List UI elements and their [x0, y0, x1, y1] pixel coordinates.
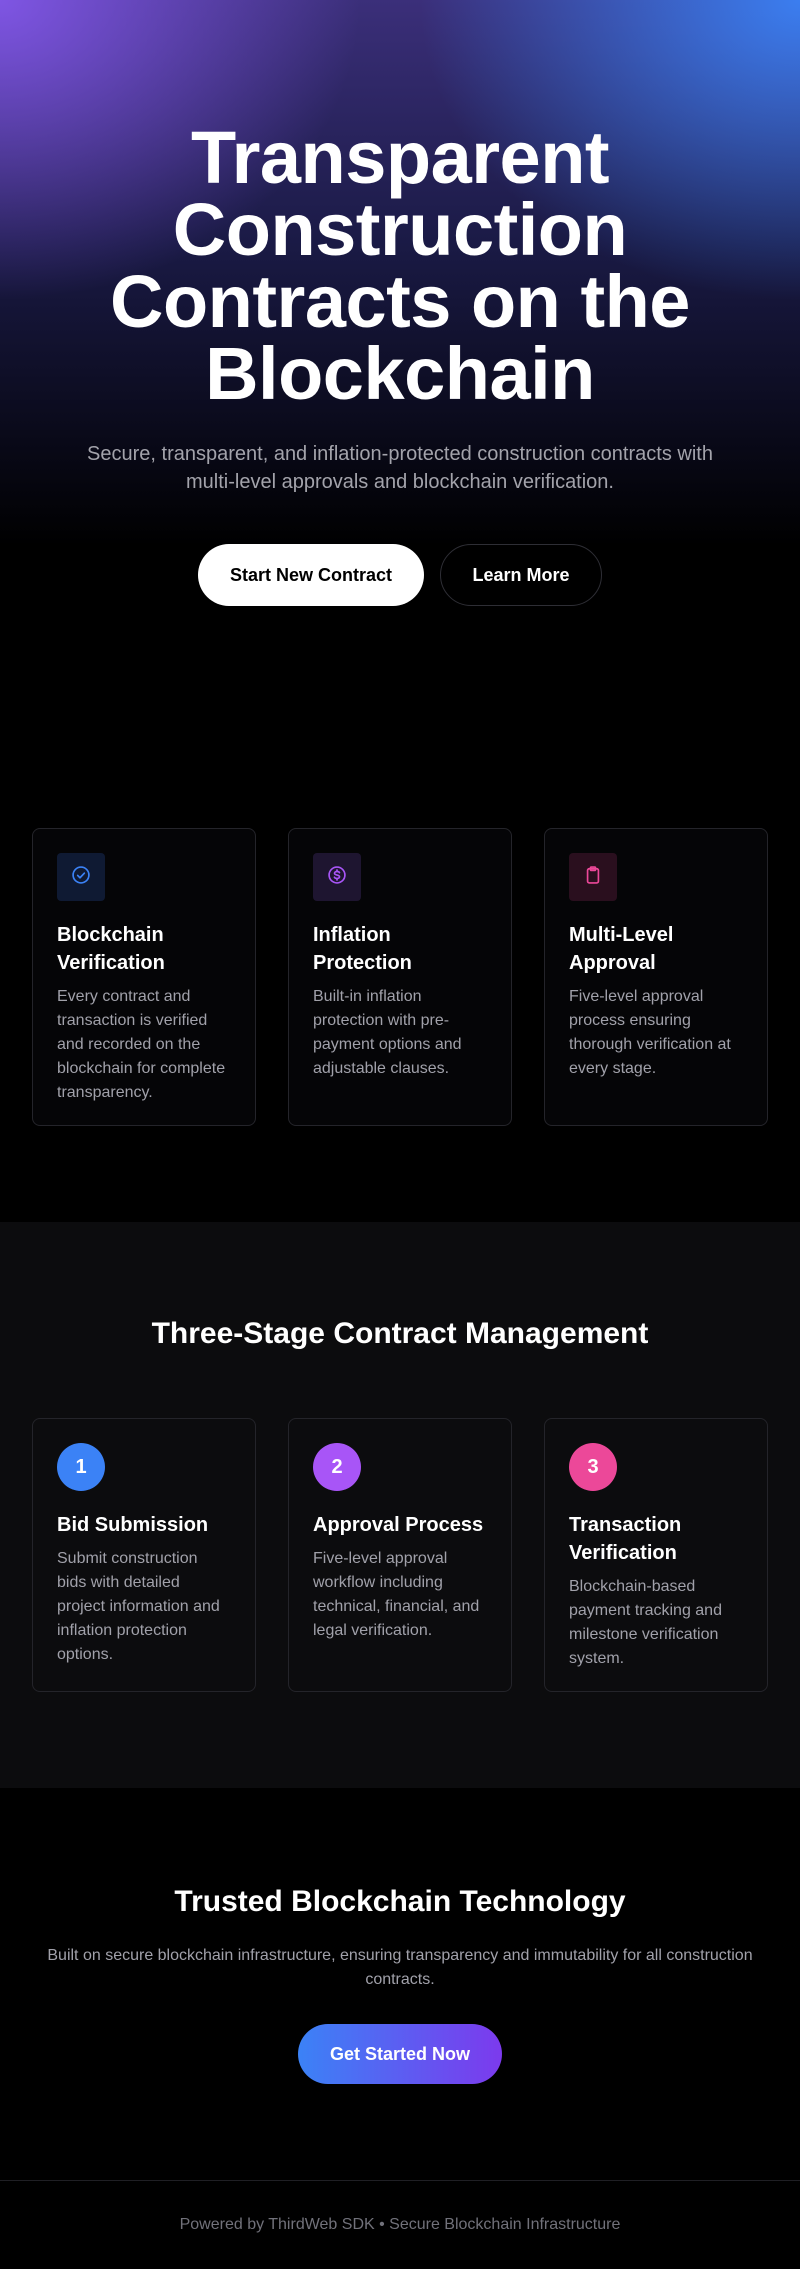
stage-description: Submit construction bids with detailed p…: [57, 1550, 220, 1663]
feature-description: Every contract and transaction is verifi…: [57, 988, 226, 1101]
stage-description: Five-level approval workflow including t…: [313, 1550, 480, 1639]
feature-title: Blockchain Verification: [57, 924, 165, 974]
feature-icon-box: [313, 853, 361, 901]
stage-description: Blockchain-based payment tracking and mi…: [569, 1578, 722, 1667]
start-new-contract-button[interactable]: Start New Contract: [198, 544, 424, 606]
feature-description: Five-level approval process ensuring tho…: [569, 988, 731, 1077]
feature-card-inflation-protection: Inflation Protection Built-in inflation …: [288, 828, 512, 1126]
footer: Powered by ThirdWeb SDK • Secure Blockch…: [0, 2180, 800, 2269]
stages-section: Three-Stage Contract Management 1 Bid Su…: [0, 1222, 800, 1788]
stage-card-transaction-verification: 3 Transaction Verification Blockchain-ba…: [544, 1418, 768, 1692]
stages-title: Three-Stage Contract Management: [151, 1317, 649, 1350]
hero-title: Transparent Construction Contracts on th…: [110, 116, 690, 415]
stage-number-badge: 1: [57, 1443, 105, 1491]
feature-title: Multi-Level Approval: [569, 924, 674, 974]
stages-list: 1 Bid Submission Submit construction bid…: [32, 1418, 768, 1692]
feature-icon-box: [569, 853, 617, 901]
hero-section: Transparent Construction Contracts on th…: [0, 0, 800, 700]
stage-title: Approval Process: [313, 1514, 484, 1536]
stage-title: Transaction Verification: [569, 1514, 682, 1564]
features-section: Blockchain Verification Every contract a…: [32, 828, 768, 1126]
stage-card-bid-submission: 1 Bid Submission Submit construction bid…: [32, 1418, 256, 1692]
stage-number-badge: 2: [313, 1443, 361, 1491]
feature-card-multi-level-approval: Multi-Level Approval Five-level approval…: [544, 828, 768, 1126]
dollar-circle-icon: [327, 865, 347, 890]
trust-title: Trusted Blockchain Technology: [174, 1885, 626, 1918]
feature-description: Built-in inflation protection with pre-p…: [313, 988, 462, 1077]
get-started-button[interactable]: Get Started Now: [298, 2024, 502, 2084]
feature-title: Inflation Protection: [313, 924, 412, 974]
feature-card-blockchain-verification: Blockchain Verification Every contract a…: [32, 828, 256, 1126]
stage-number-badge: 3: [569, 1443, 617, 1491]
stage-card-approval-process: 2 Approval Process Five-level approval w…: [288, 1418, 512, 1692]
learn-more-button[interactable]: Learn More: [440, 544, 602, 606]
hero-subtitle: Secure, transparent, and inflation-prote…: [87, 443, 713, 493]
clipboard-icon: [583, 865, 603, 890]
hero-buttons: Start New Contract Learn More: [0, 544, 800, 606]
check-circle-icon: [71, 865, 91, 890]
stage-title: Bid Submission: [57, 1514, 209, 1536]
feature-icon-box: [57, 853, 105, 901]
trust-subtitle: Built on secure blockchain infrastructur…: [47, 1947, 753, 1988]
footer-text: Powered by ThirdWeb SDK • Secure Blockch…: [179, 2216, 621, 2233]
